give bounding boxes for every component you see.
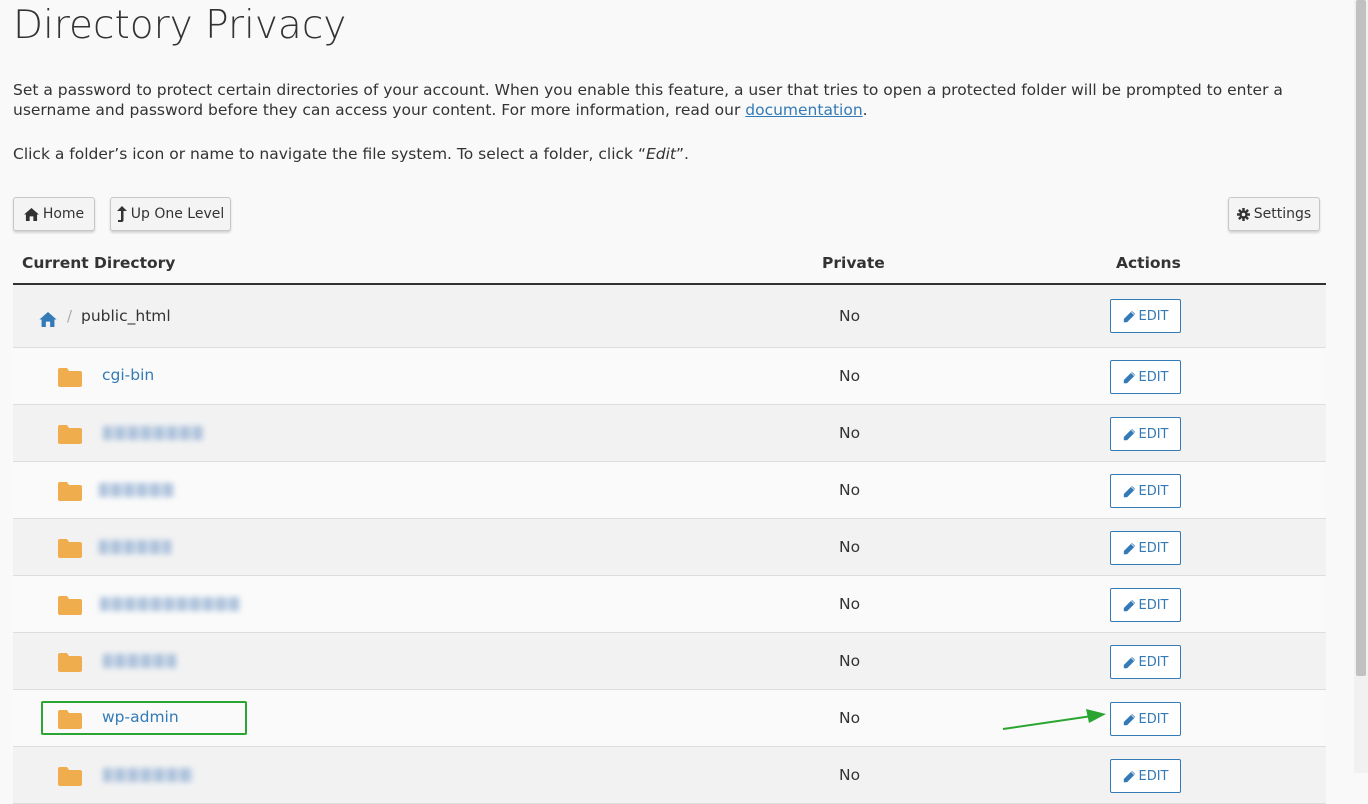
scrollbar-thumb[interactable] xyxy=(1356,0,1366,676)
annotation-arrow xyxy=(1002,709,1106,730)
page-scrollbar[interactable] xyxy=(1354,0,1368,773)
